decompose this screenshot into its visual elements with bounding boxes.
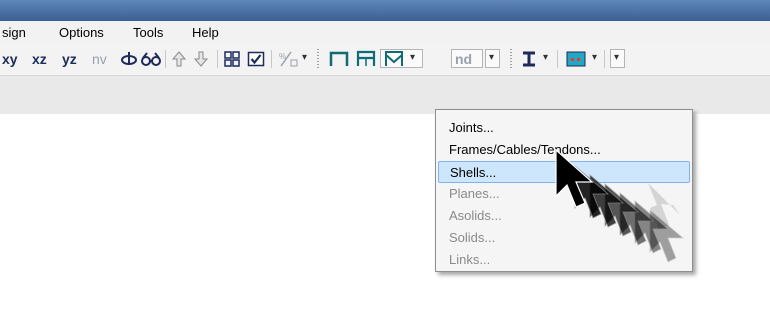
view-yz-button[interactable]: yz <box>62 51 77 67</box>
menu-tools[interactable]: Tools <box>133 25 163 40</box>
title-bar <box>0 0 770 21</box>
menu-help[interactable]: Help <box>192 25 219 40</box>
grid-icon[interactable] <box>223 50 241 68</box>
display-dropdown-arrow[interactable]: ▾ <box>592 52 597 63</box>
svg-text:%: % <box>279 52 286 61</box>
menu-options[interactable]: Options <box>59 25 104 40</box>
toolbar-separator <box>557 50 558 68</box>
arrow-up-icon[interactable] <box>170 50 188 68</box>
menu-item-asolids[interactable]: Asolids... <box>438 205 690 227</box>
menu-item-frames[interactable]: Frames/Cables/Tendons... <box>438 139 690 161</box>
rotate-3d-icon[interactable] <box>120 50 138 68</box>
menu-item-label: Asolids... <box>449 208 502 223</box>
section-dropdown-arrow[interactable]: ▾ <box>543 52 548 63</box>
toolbar-separator <box>217 50 218 68</box>
toolbar: xy xz yz nv % ▾ ▾ nd ▾ ▾ ▾ ▾ <box>0 44 770 76</box>
toolbar-grip <box>510 49 512 69</box>
menu-item-label: Planes... <box>449 186 500 201</box>
extra-dropdown-arrow[interactable]: ▾ <box>614 52 619 63</box>
toolbar-separator <box>271 50 272 68</box>
menu-item-shells[interactable]: Shells... <box>438 161 690 183</box>
menu-item-links[interactable]: Links... <box>438 249 690 271</box>
menu-item-solids[interactable]: Solids... <box>438 227 690 249</box>
frame-cable-icon[interactable] <box>355 50 377 68</box>
menu-item-label: Links... <box>449 252 491 267</box>
color-display-icon[interactable] <box>566 50 586 68</box>
toolbar-separator <box>165 50 166 68</box>
menu-item-label: Joints... <box>449 120 494 135</box>
frame-tendon-icon[interactable] <box>383 50 405 68</box>
menu-item-label: Shells... <box>450 165 497 180</box>
view-nv-button[interactable]: nv <box>92 51 107 67</box>
glasses-icon[interactable] <box>141 50 161 68</box>
menu-item-joints[interactable]: Joints... <box>438 117 690 139</box>
view-xz-button[interactable]: xz <box>32 51 47 67</box>
menu-item-planes[interactable]: Planes... <box>438 183 690 205</box>
i-beam-icon[interactable] <box>520 50 538 68</box>
toolbar-separator <box>604 50 605 68</box>
fraction-icon[interactable]: % <box>278 50 300 68</box>
fraction-dropdown-arrow[interactable]: ▾ <box>302 52 307 63</box>
nd-label: nd <box>455 51 473 67</box>
toolbar-grip <box>317 49 319 69</box>
menu-bar: sign Options Tools Help <box>0 21 770 44</box>
select-dropdown-menu: Joints... Frames/Cables/Tendons... Shell… <box>435 109 693 272</box>
frame-icon[interactable] <box>328 50 350 68</box>
frame-tendon-dropdown-arrow[interactable]: ▾ <box>410 52 415 63</box>
menu-item-label: Frames/Cables/Tendons... <box>449 142 601 157</box>
menu-design[interactable]: sign <box>2 25 26 40</box>
arrow-down-icon[interactable] <box>192 50 210 68</box>
checkbox-icon[interactable] <box>247 50 265 68</box>
view-xy-button[interactable]: xy <box>2 51 18 67</box>
menu-item-label: Solids... <box>449 230 496 245</box>
nd-dropdown-arrow[interactable]: ▾ <box>489 52 494 63</box>
